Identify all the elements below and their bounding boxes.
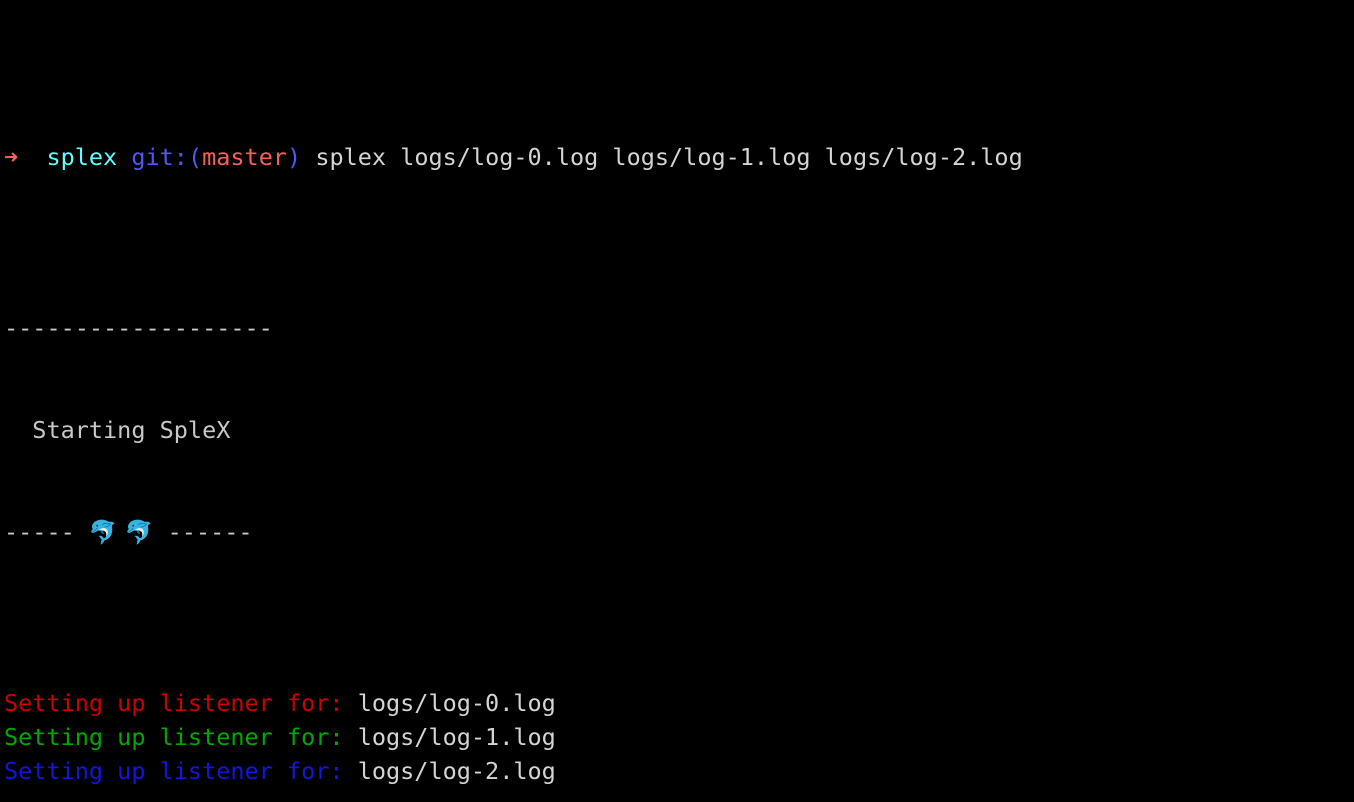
banner-rule-right: ------ — [153, 518, 253, 547]
command-prompt-line: ➜ splex git:(master) splex logs/log-0.lo… — [4, 140, 1354, 174]
listener-file: logs/log-2.log — [357, 757, 556, 786]
terminal-window[interactable]: ➜ splex git:(master) splex logs/log-0.lo… — [0, 0, 1354, 802]
prompt-git-suffix: ) — [287, 143, 302, 172]
prompt-directory: splex — [46, 143, 118, 172]
listener-label: Setting up listener for: — [4, 722, 344, 751]
prompt-git-branch: master — [202, 143, 287, 172]
dolphin-icon: 🐬 🐬 — [88, 520, 154, 547]
listener-line: Setting up listener for: logs/log-1.log — [4, 720, 1354, 754]
banner-bottom-rule: ----- 🐬 🐬 ------ — [4, 515, 1354, 549]
listener-label: Setting up listener for: — [4, 688, 344, 717]
typed-command: splex logs/log-0.log logs/log-1.log logs… — [315, 143, 1023, 172]
listener-file: logs/log-1.log — [357, 722, 556, 751]
banner-top-rule: ------------------- — [4, 313, 273, 342]
banner-title: Starting SpleX — [4, 416, 231, 445]
banner-rule-left: ----- — [4, 518, 89, 547]
listener-line: Setting up listener for: logs/log-0.log — [4, 686, 1354, 720]
prompt-arrow-icon: ➜ — [4, 143, 19, 172]
listener-file: logs/log-0.log — [357, 688, 556, 717]
prompt-git-prefix: git:( — [131, 143, 203, 172]
listener-lines: Setting up listener for: logs/log-0.log S… — [4, 686, 1354, 788]
listener-label: Setting up listener for: — [4, 757, 344, 786]
listener-line: Setting up listener for: logs/log-2.log — [4, 754, 1354, 788]
